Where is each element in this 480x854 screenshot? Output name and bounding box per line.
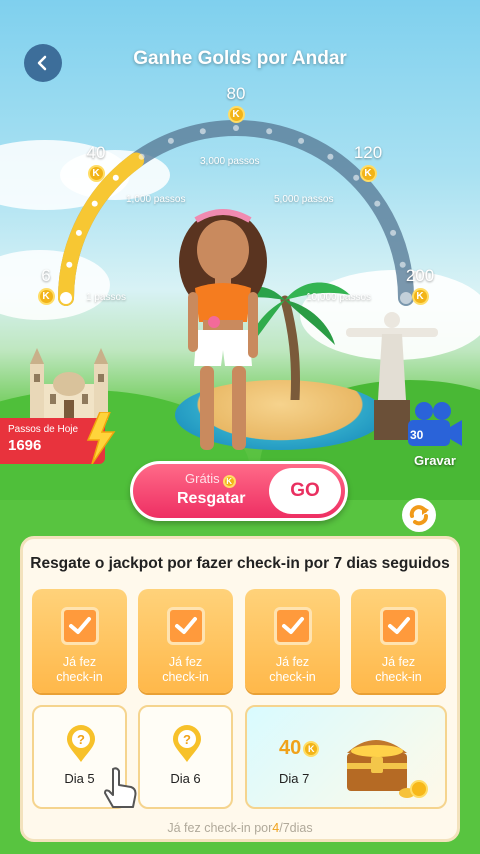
day-label: Dia 7	[279, 771, 310, 786]
checkin-day-4: Já fez check-in	[351, 589, 446, 693]
refresh-button[interactable]	[402, 498, 436, 532]
day-label: Dia 6	[170, 771, 201, 786]
checkin-day-2: Já fez check-in	[138, 589, 233, 693]
checkin-title: Resgate o jackpot por fazer check-in por…	[30, 555, 450, 572]
treasure-chest-icon	[347, 740, 428, 798]
lightning-bolt-icon	[86, 412, 116, 464]
checkin-day-7-jackpot: 40 K Dia 7	[245, 705, 447, 809]
record-count: 30	[410, 428, 424, 442]
svg-text:?: ?	[77, 732, 85, 747]
refresh-icon	[409, 505, 429, 526]
question-pin-icon: ?	[173, 725, 201, 762]
checkin-day-1: Já fez check-in	[32, 589, 127, 693]
checkmark-icon	[274, 607, 312, 645]
record-video-button[interactable]: 30 Gravar	[404, 400, 466, 468]
checkin-day-6: ? Dia 6	[138, 705, 233, 809]
checkmark-icon	[380, 607, 418, 645]
checkin-day-3: Já fez check-in	[245, 589, 340, 693]
coin-icon: K	[303, 741, 320, 757]
go-button[interactable]: GO	[269, 468, 341, 514]
coin-icon: K	[222, 475, 236, 488]
checkmark-icon	[61, 607, 99, 645]
claim-label: Resgatar	[177, 490, 246, 507]
question-pin-icon: ?	[67, 725, 95, 762]
jackpot-amount: 40 K	[279, 737, 320, 760]
svg-text:?: ?	[183, 732, 191, 747]
record-label: Gravar	[414, 453, 456, 468]
claim-button[interactable]: Grátis K Resgatar GO	[130, 461, 348, 521]
checkin-panel: Resgate o jackpot por fazer check-in por…	[20, 536, 460, 842]
checkmark-icon	[167, 607, 205, 645]
tap-hand-icon	[104, 767, 137, 808]
free-label: Grátis K	[185, 471, 236, 488]
checkin-progress: Já fez check-in por4/7dias	[167, 821, 313, 835]
page-title: Ganhe Golds por Andar	[133, 48, 347, 69]
